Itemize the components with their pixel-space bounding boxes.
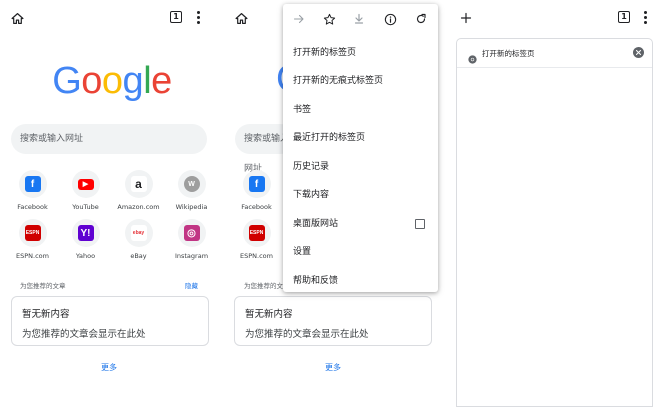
tile-circle: a [124,170,153,198]
logo-letter: G [52,60,82,102]
facebook-icon: f [24,176,41,192]
search-input[interactable]: 搜索或输入网址 [11,124,207,154]
tile-label: Facebook [17,203,48,211]
tile-label: YouTube [72,203,99,211]
forward-icon[interactable] [291,11,307,27]
tile-espn[interactable]: ESPN ESPN.com [230,219,283,260]
logo-letter: o [81,60,102,102]
most-visited-tiles: f Facebook ▶ YouTube a Amazon.com W Wikipedia ES… [6,170,218,260]
facebook-icon: f [248,176,265,192]
tile-circle: Y! [71,219,100,247]
tile-label: Wikipedia [175,203,208,211]
hide-articles-link[interactable]: 隐藏 [185,280,198,290]
tile-circle: f [18,170,47,198]
menu-toolbar [283,4,438,34]
tile-label: Facebook [241,203,272,211]
home-icon[interactable] [9,10,25,26]
add-tab-icon[interactable] [458,10,474,26]
tab-switcher-panel: 1 打开新的标签页 [448,0,660,407]
articles-section-label: 为您推荐的文 [244,282,283,290]
tile-facebook[interactable]: f Facebook [6,170,59,211]
more-menu-icon[interactable] [644,11,648,24]
logo-letter: e [151,60,172,102]
tile-youtube[interactable]: ▶ YouTube [59,170,112,211]
chrome-favicon-icon [468,49,477,64]
tile-label: ESPN.com [240,252,273,260]
tab-title: 打开新的标签页 [482,49,535,58]
menu-bookmarks[interactable]: 书签 [293,102,311,115]
card-body: 为您推荐的文章会显示在此处 [22,329,146,340]
menu-downloads[interactable]: 下载内容 [293,187,329,200]
menu-recent-tabs[interactable]: 最近打开的标签页 [293,130,365,143]
tile-circle: ▶ [71,170,100,198]
empty-articles-card: 暂无新内容 为您推荐的文章会显示在此处 [11,296,209,346]
espn-icon: ESPN [248,225,265,241]
tile-label: Yahoo [75,252,96,260]
logo-letter: l [143,60,152,102]
desktop-site-checkbox[interactable] [415,219,425,229]
home-icon[interactable] [233,10,249,26]
overflow-menu: 打开新的标签页 打开新的无痕式标签页 书签 最近打开的标签页 历史记录 下载内容… [283,4,438,292]
logo-letter: g [122,60,144,102]
articles-section-label: 为您推荐的文章 [20,282,66,290]
tile-espn[interactable]: ESPN ESPN.com [6,219,59,260]
tile-circle: ebay [124,219,153,247]
tab-card-header: 打开新的标签页 [457,39,652,68]
menu-desktop-site[interactable]: 桌面版网站 [293,216,338,229]
menu-settings[interactable]: 设置 [293,244,311,257]
tile-label: eBay [130,252,147,260]
tab-card[interactable]: 打开新的标签页 [456,38,653,407]
tab-switcher-button[interactable]: 1 [170,11,182,23]
google-logo: Google [0,60,224,103]
wikipedia-icon: W [183,176,200,192]
empty-articles-card: 暂无新内容 为您推荐的文章会显示在此处 [234,296,432,346]
tile-label: ESPN.com [16,252,49,260]
youtube-icon: ▶ [77,178,94,190]
card-title: 暂无新内容 [22,309,70,320]
yahoo-icon: Y! [77,225,94,241]
tile-amazon[interactable]: a Amazon.com [112,170,165,211]
tile-circle: ◎ [177,219,206,247]
more-menu-icon[interactable] [197,11,201,24]
menu-help-feedback[interactable]: 帮助和反馈 [293,273,338,286]
menu-new-tab[interactable]: 打开新的标签页 [293,45,356,58]
tile-instagram[interactable]: ◎ Instagram [165,219,218,260]
tile-circle: W [177,170,206,198]
instagram-icon: ◎ [183,225,200,241]
tile-wikipedia[interactable]: W Wikipedia [165,170,218,211]
page-info-icon[interactable] [382,11,398,27]
menu-new-incognito-tab[interactable]: 打开新的无痕式标签页 [293,73,383,86]
bookmark-star-icon[interactable] [321,11,337,27]
download-icon[interactable] [351,11,367,27]
more-articles-link[interactable]: 更多 [101,362,117,373]
tile-yahoo[interactable]: Y! Yahoo [59,219,112,260]
menu-history[interactable]: 历史记录 [293,159,329,172]
card-body: 为您推荐的文章会显示在此处 [245,329,369,340]
tile-circle: ESPN [18,219,47,247]
ntp-panel: 1 Google 搜索或输入网址 f Facebook ▶ YouTube a Amazo… [0,0,224,407]
tile-ebay[interactable]: ebay eBay [112,219,165,260]
ebay-icon: ebay [130,225,147,241]
card-title: 暂无新内容 [245,309,293,320]
tile-label: Amazon.com [117,203,160,211]
amazon-icon: a [130,176,147,192]
logo-letter: o [101,60,123,102]
tile-label: Instagram [174,252,209,260]
reload-icon[interactable] [413,11,429,27]
most-visited-tiles-partial: f Facebook ESPN ESPN.com [230,170,283,260]
tile-facebook[interactable]: f Facebook [230,170,283,211]
espn-icon: ESPN [24,225,41,241]
tab-switcher-button[interactable]: 1 [618,11,630,23]
more-articles-link[interactable]: 更多 [325,362,341,373]
close-tab-icon[interactable] [633,47,644,58]
